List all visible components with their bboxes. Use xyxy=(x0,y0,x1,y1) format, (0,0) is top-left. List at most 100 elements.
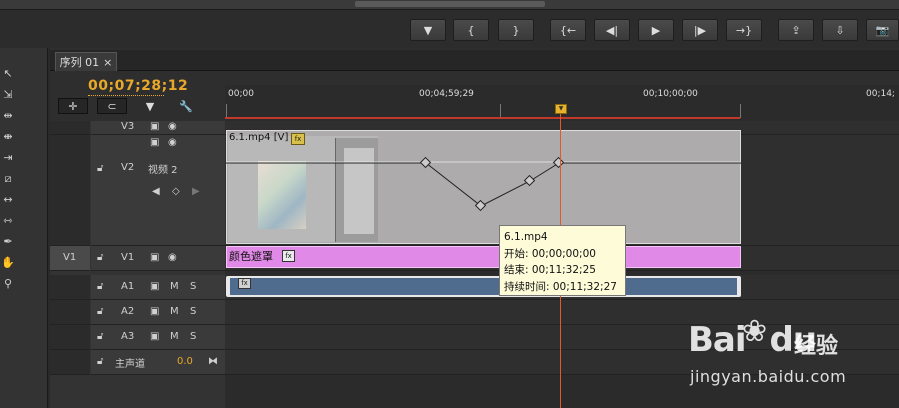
playhead-handle[interactable]: ▼ xyxy=(555,104,567,114)
step-back-icon: ◀| xyxy=(605,23,619,37)
add-marker-timeline-button[interactable]: ▼ xyxy=(140,98,160,114)
ruler-major-tick xyxy=(500,104,501,118)
voiceover-icon[interactable]: ▣ xyxy=(150,281,159,292)
timeline-tab-bar xyxy=(50,50,899,71)
solo-button[interactable]: S xyxy=(190,306,196,317)
source-patch-master xyxy=(50,350,90,375)
camera-icon: 📷 xyxy=(875,23,890,37)
tab-title: 序列 01 xyxy=(59,56,100,69)
track-name: 视频 2 xyxy=(148,165,178,176)
mark-in-button[interactable]: { xyxy=(453,19,489,41)
play-icon: ▶ xyxy=(651,23,661,37)
ruler-major-tick xyxy=(226,104,227,118)
solo-button[interactable]: S xyxy=(190,281,196,292)
work-area-bar[interactable] xyxy=(225,117,740,119)
color-matte-clip[interactable] xyxy=(226,246,741,268)
export-frame-button[interactable]: 📷 xyxy=(866,19,899,41)
go-to-out-button[interactable]: →} xyxy=(726,19,762,41)
next-keyframe-icon[interactable]: ▶ xyxy=(192,186,200,197)
film-icon[interactable]: ▣ xyxy=(150,121,159,132)
timeline-settings-button[interactable]: 🔧 xyxy=(176,98,196,114)
lock-icon[interactable]: 🔓︎ xyxy=(97,163,103,174)
eye-icon[interactable]: ◉ xyxy=(168,137,177,148)
ruler-major-tick xyxy=(740,104,741,118)
track-header-master xyxy=(91,350,225,375)
track-label: A1 xyxy=(121,281,135,292)
razor-tool-icon[interactable]: ⧄ xyxy=(0,171,16,187)
time-ruler[interactable] xyxy=(225,85,899,121)
ruler-label: 00;14; xyxy=(866,89,895,99)
mark-out-button[interactable]: } xyxy=(498,19,534,41)
add-keyframe-icon[interactable]: ◇ xyxy=(172,186,180,197)
hand-tool-icon[interactable]: ✋ xyxy=(0,255,16,271)
step-back-button[interactable]: ◀| xyxy=(594,19,630,41)
source-patch-a1[interactable] xyxy=(50,275,90,300)
tab-sequence-01[interactable]: 序列 01 × xyxy=(55,52,117,71)
go-to-in-button[interactable]: {← xyxy=(550,19,586,41)
fx-badge[interactable]: fx xyxy=(238,278,251,289)
step-forward-button[interactable]: |▶ xyxy=(682,19,718,41)
ripple-edit-tool-icon[interactable]: ⇹ xyxy=(0,108,16,124)
play-button[interactable]: ▶ xyxy=(638,19,674,41)
track-label: A3 xyxy=(121,331,135,342)
lock-icon[interactable]: 🔓︎ xyxy=(97,306,103,317)
film-icon[interactable]: ▣ xyxy=(150,252,159,263)
color-matte-label: 颜色遮罩 xyxy=(229,250,273,263)
pen-tool-icon[interactable]: ✒ xyxy=(0,234,16,250)
zoom-tool-icon[interactable]: ⚲ xyxy=(0,276,16,292)
mute-button[interactable]: M xyxy=(170,306,179,317)
fx-badge[interactable]: fx xyxy=(282,250,295,262)
film-icon[interactable]: ▣ xyxy=(150,137,159,148)
bowtie-icon[interactable]: ⧓ xyxy=(208,356,218,367)
marker-icon: ▼ xyxy=(145,99,155,113)
lock-icon[interactable]: 🔓︎ xyxy=(97,331,103,342)
source-patch-a3[interactable] xyxy=(50,325,90,350)
voiceover-icon[interactable]: ▣ xyxy=(150,306,159,317)
rolling-edit-tool-icon[interactable]: ⇼ xyxy=(0,129,16,145)
tooltip-duration: 持续时间: 00;11;32;27 xyxy=(504,280,617,293)
slide-tool-icon[interactable]: ⇿ xyxy=(0,213,16,229)
mute-button[interactable]: M xyxy=(170,331,179,342)
voiceover-icon[interactable]: ▣ xyxy=(150,331,159,342)
paw-icon: ❀ xyxy=(742,314,768,349)
track-label: V2 xyxy=(121,162,135,173)
lock-icon[interactable]: 🔓︎ xyxy=(97,356,103,367)
track-label: V3 xyxy=(121,121,135,132)
ruler-label: 00;10;00;00 xyxy=(643,89,698,99)
linked-selection-button[interactable]: ⊂ xyxy=(97,98,127,114)
monitor-scrollbar-thumb[interactable] xyxy=(355,1,545,7)
link-icon: ⊂ xyxy=(107,99,117,113)
master-volume[interactable]: 0.0 xyxy=(177,356,193,367)
slip-tool-icon[interactable]: ↔ xyxy=(0,192,16,208)
rate-stretch-tool-icon[interactable]: ⇥ xyxy=(0,150,16,166)
wrench-icon: 🔧 xyxy=(179,99,193,113)
track-select-tool-icon[interactable]: ⇲ xyxy=(0,87,16,103)
mute-button[interactable]: M xyxy=(170,281,179,292)
eye-icon[interactable]: ◉ xyxy=(168,121,177,132)
snap-button[interactable]: ✛ xyxy=(58,98,88,114)
lock-icon[interactable]: 🔓︎ xyxy=(97,252,103,263)
source-patch-v2[interactable] xyxy=(50,135,90,246)
selection-tool-icon[interactable]: ↖ xyxy=(0,66,16,82)
prev-keyframe-icon[interactable]: ◀ xyxy=(152,186,160,197)
eye-icon[interactable]: ◉ xyxy=(168,252,177,263)
keyframe-diamond xyxy=(419,156,432,169)
extract-button[interactable]: ⇩ xyxy=(822,19,858,41)
add-marker-button[interactable]: ▼ xyxy=(410,19,446,41)
source-patch-v3[interactable] xyxy=(50,121,90,135)
solo-button[interactable]: S xyxy=(190,331,196,342)
close-icon[interactable]: × xyxy=(103,56,112,69)
go-to-out-icon: →} xyxy=(735,23,753,37)
audio-clip[interactable] xyxy=(230,278,737,295)
opacity-line xyxy=(226,162,741,207)
track-label: V1 xyxy=(121,252,135,263)
lock-icon[interactable]: 🔓︎ xyxy=(97,281,103,292)
clip-tooltip: 6.1.mp4 开始: 00;00;00;00 结束: 00;11;32;25 … xyxy=(499,225,626,296)
lift-button[interactable]: ⇪ xyxy=(778,19,814,41)
playhead-timecode[interactable]: 00;07;28;12 xyxy=(88,78,188,94)
source-patch-a2[interactable] xyxy=(50,300,90,325)
mark-out-icon: } xyxy=(512,23,520,37)
keyframe-graph[interactable] xyxy=(226,135,742,245)
ruler-label: 00;04;59;29 xyxy=(419,89,474,99)
timecode-underline xyxy=(88,95,164,96)
